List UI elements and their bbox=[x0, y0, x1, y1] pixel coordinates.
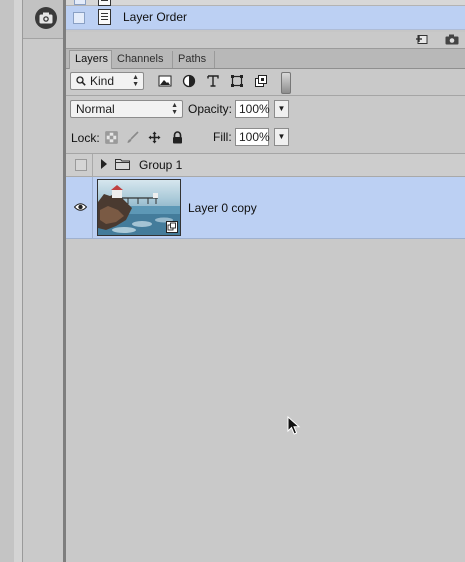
tab-paths[interactable]: Paths bbox=[173, 51, 215, 68]
layers-list-empty-area[interactable] bbox=[66, 239, 465, 562]
blend-mode-dropdown[interactable]: Normal ▲ ▼ bbox=[70, 100, 183, 118]
visibility-toggle-off[interactable] bbox=[75, 159, 87, 171]
opacity-label: Opacity: bbox=[188, 102, 233, 116]
opacity-slider-button[interactable]: ▼ bbox=[274, 100, 289, 118]
snapshot-icon[interactable] bbox=[445, 34, 459, 45]
smart-object-badge-icon bbox=[166, 221, 178, 233]
history-panel-button[interactable] bbox=[35, 7, 57, 29]
visibility-column[interactable] bbox=[66, 177, 93, 238]
layer-row-group[interactable]: Group 1 bbox=[66, 154, 465, 177]
smart-object-filter-icon[interactable] bbox=[254, 74, 268, 88]
filter-kind-label: Kind bbox=[90, 74, 115, 88]
new-state-icon[interactable] bbox=[415, 34, 429, 45]
lock-brush-icon[interactable] bbox=[126, 131, 139, 144]
fill-input[interactable]: 100% bbox=[235, 128, 270, 146]
eye-icon[interactable] bbox=[74, 202, 87, 212]
lock-fill-row: Lock: Fill: 100% ▼ bbox=[66, 124, 465, 152]
tab-channels[interactable]: Channels bbox=[112, 51, 173, 68]
camera-icon bbox=[39, 12, 53, 24]
layer-name[interactable]: Group 1 bbox=[139, 158, 182, 172]
image-filter-icon[interactable] bbox=[158, 74, 172, 88]
visibility-column[interactable] bbox=[66, 154, 93, 176]
history-footer bbox=[66, 32, 465, 49]
opacity-input[interactable]: 100% bbox=[235, 100, 270, 118]
chevron-updown-icon: ▲ ▼ bbox=[171, 102, 178, 116]
history-row-layer-order[interactable]: Layer Order bbox=[66, 6, 465, 30]
disclosure-triangle-icon[interactable] bbox=[101, 159, 107, 169]
filter-kind-dropdown[interactable]: Kind ▲ ▼ bbox=[70, 72, 144, 90]
cursor-icon bbox=[287, 416, 301, 435]
history-source-checkbox[interactable] bbox=[73, 12, 85, 24]
document-icon bbox=[98, 9, 111, 25]
lock-pixels-icon[interactable] bbox=[105, 131, 118, 144]
layer-row-selected[interactable]: Layer 0 copy bbox=[66, 177, 465, 239]
folder-icon bbox=[115, 159, 130, 170]
fill-label: Fill: bbox=[213, 130, 232, 144]
fill-slider-button[interactable]: ▼ bbox=[274, 128, 289, 146]
lock-label: Lock: bbox=[71, 131, 100, 145]
layer-filter-row: Kind ▲ ▼ bbox=[66, 69, 465, 94]
blend-opacity-row: Normal ▲ ▼ Opacity: 100% ▼ bbox=[66, 96, 465, 122]
layer-thumbnail[interactable] bbox=[97, 179, 181, 236]
type-filter-icon[interactable] bbox=[206, 74, 220, 88]
shape-filter-icon[interactable] bbox=[230, 74, 244, 88]
layer-name[interactable]: Layer 0 copy bbox=[188, 201, 257, 215]
filter-toggle-switch[interactable] bbox=[281, 72, 291, 94]
panel-icon-strip bbox=[23, 0, 64, 562]
blend-mode-value: Normal bbox=[76, 102, 115, 116]
search-icon bbox=[76, 76, 86, 86]
tab-layers[interactable]: Layers bbox=[69, 50, 112, 69]
lock-position-icon[interactable] bbox=[148, 131, 161, 144]
lock-all-icon[interactable] bbox=[171, 131, 184, 144]
left-edge-shade bbox=[14, 0, 22, 562]
adjustment-filter-icon[interactable] bbox=[182, 74, 196, 88]
chevron-updown-icon: ▲ ▼ bbox=[132, 74, 139, 88]
layers-panel-tabs: Layers Channels Paths bbox=[66, 49, 465, 69]
history-source-checkbox[interactable] bbox=[74, 0, 86, 5]
history-item-label: Layer Order bbox=[123, 10, 188, 24]
